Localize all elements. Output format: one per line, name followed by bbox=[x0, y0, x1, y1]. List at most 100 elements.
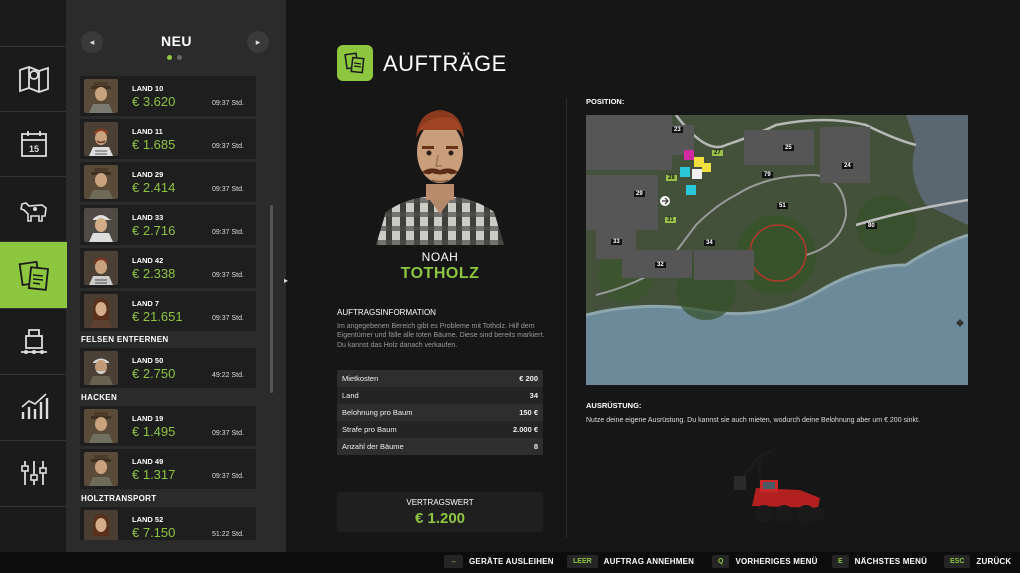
contract-price: € 1.685 bbox=[132, 137, 176, 152]
page-dot bbox=[177, 55, 182, 60]
map-field-label: 29 bbox=[634, 191, 645, 197]
animals-icon bbox=[19, 202, 47, 222]
map-field-label: 25 bbox=[783, 145, 794, 151]
position-map[interactable]: 23 25 27 24 79 28 29 51 31 34 80 33 32 bbox=[586, 115, 968, 385]
contract-land: LAND 7 bbox=[132, 299, 160, 308]
contract-item[interactable]: LAND 11 € 1.685 09:37 Std. bbox=[80, 119, 256, 159]
stat-value: 150 € bbox=[519, 408, 538, 417]
action-lend-equipment[interactable]: ↔ GERÄTE AUSLEIHEN bbox=[444, 555, 554, 568]
equipment-text: Nutze deine eigene Ausrüstung. Du kannst… bbox=[586, 417, 920, 424]
key-hint: E bbox=[832, 555, 849, 568]
action-next-menu[interactable]: E NÄCHSTES MENÜ bbox=[832, 555, 927, 568]
collapse-panel-arrow-icon[interactable]: ▸ bbox=[284, 276, 294, 296]
map-field bbox=[586, 175, 658, 230]
contract-item[interactable]: LAND 29 € 2.414 09:37 Std. bbox=[80, 162, 256, 202]
contract-item[interactable]: LAND 50 € 2.750 49:22 Std. bbox=[80, 348, 256, 388]
npc-avatar bbox=[84, 452, 118, 486]
contract-price: € 7.150 bbox=[132, 525, 176, 540]
contracts-title-icon bbox=[337, 45, 373, 81]
contract-time: 09:37 Std. bbox=[212, 473, 244, 480]
map-hotspot-icons bbox=[680, 150, 711, 195]
action-label: GERÄTE AUSLEIHEN bbox=[469, 557, 554, 566]
stat-value: € 200 bbox=[519, 374, 538, 383]
npc-avatar bbox=[84, 510, 118, 540]
contract-time: 51:22 Std. bbox=[212, 531, 244, 538]
action-previous-menu[interactable]: Q VORHERIGES MENÜ bbox=[712, 555, 818, 568]
npc-avatar bbox=[84, 208, 118, 242]
contract-price: € 2.414 bbox=[132, 180, 176, 195]
stat-label: Strafe pro Baum bbox=[342, 425, 397, 434]
contract-value-box: VERTRAGSWERT € 1.200 bbox=[337, 492, 543, 532]
nav-settings[interactable] bbox=[0, 440, 67, 505]
contract-land: LAND 49 bbox=[132, 457, 164, 466]
contracts-icon bbox=[18, 260, 49, 291]
npc-avatar bbox=[84, 165, 118, 199]
nav-map[interactable] bbox=[0, 46, 67, 111]
action-label: VORHERIGES MENÜ bbox=[735, 557, 818, 566]
contract-price: € 2.750 bbox=[132, 366, 176, 381]
action-label: AUFTRAG ANNEHMEN bbox=[603, 557, 695, 566]
contract-land: LAND 42 bbox=[132, 256, 164, 265]
stat-label: Land bbox=[342, 391, 359, 400]
equipment-heading: AUSRÜSTUNG: bbox=[586, 401, 642, 410]
next-page-button[interactable]: ▸ bbox=[247, 31, 269, 53]
contract-stats-table: Mietkosten € 200 Land 34 Belohnung pro Bau… bbox=[337, 370, 543, 455]
npc-avatar bbox=[84, 351, 118, 385]
map-field-label: 32 bbox=[655, 262, 666, 268]
contract-time: 09:37 Std. bbox=[212, 272, 244, 279]
stat-value: 34 bbox=[529, 391, 538, 400]
list-scrollbar[interactable] bbox=[270, 205, 273, 393]
contract-time: 09:37 Std. bbox=[212, 143, 244, 150]
npc-avatar bbox=[84, 294, 118, 328]
contract-type: TOTHOLZ bbox=[400, 265, 480, 282]
nav-production[interactable] bbox=[0, 308, 67, 373]
contract-item[interactable]: LAND 52 € 7.150 51:22 Std. bbox=[80, 507, 256, 540]
map-field-label: 28 bbox=[666, 175, 677, 181]
settings-icon bbox=[20, 461, 47, 485]
npc-name: NOAH bbox=[421, 250, 459, 264]
map-poi-icon bbox=[956, 319, 964, 327]
info-description: Im angegebenen Bereich gibt es Probleme … bbox=[337, 323, 545, 349]
contract-price: € 3.620 bbox=[132, 94, 176, 109]
group-header: FELSEN ENTFERNEN bbox=[81, 335, 169, 344]
key-hint: Q bbox=[712, 555, 730, 568]
map-field-label: 79 bbox=[762, 172, 773, 178]
main-menu-nav: 15 bbox=[0, 0, 73, 552]
stat-row: Strafe pro Baum 2.000 € bbox=[337, 421, 543, 438]
contract-price: € 1.317 bbox=[132, 467, 176, 482]
production-icon bbox=[20, 329, 47, 354]
swap-arrows-icon: ↔ bbox=[444, 555, 463, 568]
contract-land: LAND 33 bbox=[132, 213, 164, 222]
map-field-label: 34 bbox=[704, 240, 715, 246]
contract-price: € 21.651 bbox=[132, 309, 183, 324]
npc-avatar bbox=[84, 409, 118, 443]
nav-contracts[interactable] bbox=[0, 241, 73, 308]
nav-calendar[interactable]: 15 bbox=[0, 111, 67, 176]
contract-item[interactable]: LAND 42 € 2.338 09:37 Std. bbox=[80, 248, 256, 288]
npc-avatar bbox=[84, 251, 118, 285]
contract-item[interactable]: LAND 10 € 3.620 09:37 Std. bbox=[80, 76, 256, 116]
action-label: NÄCHSTES MENÜ bbox=[854, 557, 928, 566]
contract-item[interactable]: LAND 49 € 1.317 09:37 Std. bbox=[80, 449, 256, 489]
harvester-machine-image bbox=[734, 448, 825, 523]
contract-land: LAND 10 bbox=[132, 84, 164, 93]
map-field-label: 31 bbox=[665, 217, 676, 223]
panel-divider bbox=[566, 98, 567, 538]
action-back[interactable]: ESC ZURÜCK bbox=[944, 555, 1011, 568]
key-hint: ESC bbox=[944, 555, 971, 568]
action-label: ZURÜCK bbox=[976, 557, 1012, 566]
contract-item[interactable]: LAND 7 € 21.651 09:37 Std. bbox=[80, 291, 256, 331]
nav-animals[interactable] bbox=[0, 176, 67, 241]
action-accept-contract[interactable]: LEER AUFTRAG ANNEHMEN bbox=[567, 555, 694, 568]
group-header: HOLZTRANSPORT bbox=[81, 494, 157, 503]
contract-list: LAND 10 € 3.620 09:37 Std. LAND 11 € 1.6… bbox=[80, 76, 256, 540]
nav-statistics[interactable] bbox=[0, 374, 67, 439]
contract-item[interactable]: LAND 33 € 2.716 09:37 Std. bbox=[80, 205, 256, 245]
contract-time: 09:37 Std. bbox=[212, 430, 244, 437]
calendar-icon: 15 bbox=[20, 131, 47, 157]
map-field bbox=[694, 250, 754, 280]
stat-value: 8 bbox=[533, 442, 538, 451]
contract-land: LAND 50 bbox=[132, 356, 164, 365]
contract-land: LAND 11 bbox=[132, 127, 163, 136]
contract-item[interactable]: LAND 19 € 1.495 09:37 Std. bbox=[80, 406, 256, 446]
